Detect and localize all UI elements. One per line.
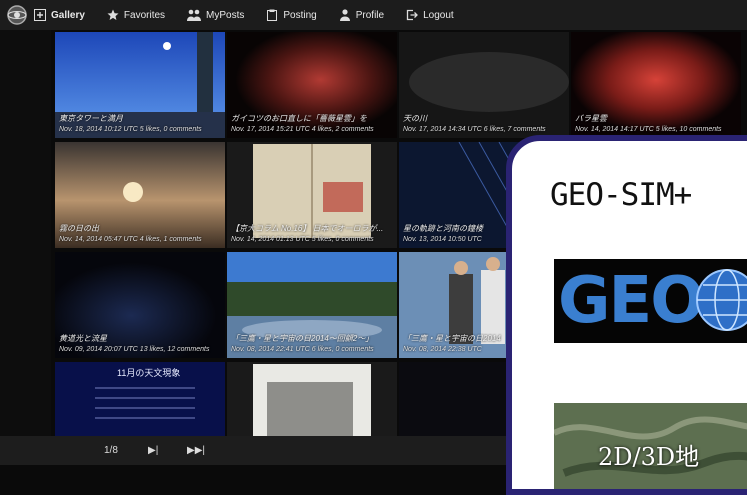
nav-profile[interactable]: Profile [339,9,384,21]
nav-favorites[interactable]: Favorites [107,9,165,21]
tile-meta: Nov. 14, 2014 01:13 UTC 5 likes, 0 comme… [231,236,374,243]
gallery-tile[interactable]: 11月の天文現象 [55,362,225,436]
tile-title: 天の川 [403,114,427,123]
tile-title: 東京タワーと満月 [59,114,123,123]
tile-title: バラ星雲 [575,114,607,123]
nav-posting[interactable]: Posting [266,9,317,21]
user-icon [339,9,350,21]
gallery-tile[interactable]: 東京タワーと満月 Nov. 18, 2014 10:12 UTC 5 likes… [55,32,225,138]
next-page-button[interactable]: ▶| [148,445,158,456]
tile-caption: 東京タワーと満月 Nov. 18, 2014 10:12 UTC 5 likes… [59,113,223,135]
star-icon [107,9,119,20]
page-indicator: 1/8 [104,445,118,456]
gallery-tile[interactable]: 黄道光と流星 Nov. 09, 2014 20:07 UTC 13 likes,… [55,252,225,358]
gallery-tile[interactable]: バラ星雲 Nov. 14, 2014 14:17 UTC 5 likes, 10… [571,32,741,138]
top-navigation-bar: Gallery Favorites MyPosts Posting Profil… [0,0,747,30]
gallery-tile[interactable] [227,362,397,436]
tile-title: 「三鷹・星と宇宙の日2014〜回顧2〜」 [231,334,374,343]
gallery-tile[interactable]: 「三鷹・星と宇宙の日2014〜回顧2〜」 Nov. 08, 2014 22:41… [227,252,397,358]
tile-meta: Nov. 08, 2014 22:41 UTC 6 likes, 0 comme… [231,346,374,353]
tile-meta: Nov. 18, 2014 10:12 UTC 5 likes, 0 comme… [59,126,202,133]
tile-caption: ガイコツのお口直しに「薔薇星雲」を Nov. 17, 2014 15:21 UT… [231,113,395,135]
last-page-button[interactable]: ▶▶| [187,445,205,456]
tile-meta: Nov. 17, 2014 15:21 UTC 4 likes, 2 comme… [231,126,374,133]
nav-myposts-label: MyPosts [206,9,245,21]
gallery-tile[interactable]: 【京大コラム No.16】 日本でオーロラが... Nov. 14, 2014 … [227,142,397,248]
tile-title: ガイコツのお口直しに「薔薇星雲」を [231,114,367,123]
tile-title: 霧の日の出 [59,224,99,233]
slide-title: 11月の天文現象 [117,368,181,378]
tile-title: 黄道光と流星 [59,334,107,343]
tile-title: 【京大コラム No.16】 日本でオーロラが... [231,224,384,233]
map-banner: 2D/3D地 [554,403,747,489]
tile-meta: Nov. 09, 2014 20:07 UTC 13 likes, 12 com… [59,346,210,353]
logout-icon [406,9,419,21]
clipboard-icon [267,9,278,21]
overlay-title: GEO-SIM+ [550,177,692,213]
left-gutter [0,30,51,436]
gallery-tile[interactable]: ガイコツのお口直しに「薔薇星雲」を Nov. 17, 2014 15:21 UT… [227,32,397,138]
app-logo-icon[interactable] [6,4,28,26]
tile-caption: 天の川 Nov. 17, 2014 14:34 UTC 6 likes, 7 c… [403,113,567,135]
tile-meta: Nov. 14, 2014 05:47 UTC 4 likes, 1 comme… [59,236,202,243]
nav-gallery[interactable]: Gallery [34,9,85,21]
tile-caption: バラ星雲 Nov. 14, 2014 14:17 UTC 5 likes, 10… [575,113,739,135]
plus-box-icon [34,9,46,21]
tile-caption: 黄道光と流星 Nov. 09, 2014 20:07 UTC 13 likes,… [59,333,223,355]
tile-meta: Nov. 14, 2014 14:17 UTC 5 likes, 10 comm… [575,126,722,133]
tile-caption: 【京大コラム No.16】 日本でオーロラが... Nov. 14, 2014 … [231,223,395,245]
nav-gallery-label: Gallery [51,9,85,21]
globe-icon [696,269,747,331]
nav-favorites-label: Favorites [123,9,166,21]
tile-caption: 「三鷹・星と宇宙の日2014〜回顧2〜」 Nov. 08, 2014 22:41… [231,333,395,355]
nav-logout[interactable]: Logout [406,9,454,21]
tile-image [227,362,397,436]
geo-banner: GEO [554,259,747,343]
map-caption: 2D/3D地 [598,443,700,471]
nav-myposts[interactable]: MyPosts [187,9,244,21]
nav-posting-label: Posting [283,9,317,21]
users-icon [187,9,202,21]
tile-caption: 霧の日の出 Nov. 14, 2014 05:47 UTC 4 likes, 1… [59,223,223,245]
nav-profile-label: Profile [355,9,385,21]
nav-logout-label: Logout [423,9,454,21]
gallery-tile[interactable]: 霧の日の出 Nov. 14, 2014 05:47 UTC 4 likes, 1… [55,142,225,248]
gallery-tile[interactable]: 天の川 Nov. 17, 2014 14:34 UTC 6 likes, 7 c… [399,32,569,138]
geo-sim-overlay-panel: GEO-SIM+ GEO 2D/3D地 [506,135,747,495]
tile-meta: Nov. 17, 2014 14:34 UTC 6 likes, 7 comme… [403,126,546,133]
geo-logo-text: GEO [558,264,705,338]
